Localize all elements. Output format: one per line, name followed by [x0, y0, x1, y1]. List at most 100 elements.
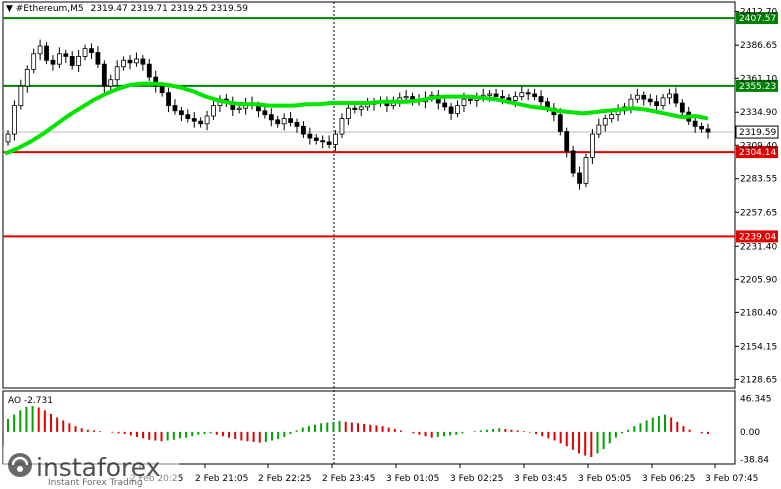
candle-body — [538, 96, 544, 103]
candle-body — [5, 133, 11, 143]
candle-body — [95, 52, 101, 65]
candle-body — [583, 157, 589, 184]
candle-body — [345, 107, 351, 119]
candle-body — [114, 66, 120, 81]
candle-body — [570, 150, 576, 174]
candle-body — [660, 97, 666, 107]
candle-body — [69, 56, 75, 66]
candle-body — [101, 63, 107, 87]
candle-body — [679, 102, 685, 113]
candle-body — [455, 105, 460, 114]
moving-average-line[interactable] — [4, 81, 709, 156]
candle-body — [628, 98, 634, 108]
candle-body — [37, 45, 43, 55]
candle-body — [294, 122, 300, 127]
candle-body — [602, 118, 608, 126]
candle-body — [140, 58, 146, 65]
candle-body — [146, 63, 152, 78]
candle-body — [512, 96, 518, 101]
candle-body — [448, 106, 454, 114]
watermark-tagline: Instant Forex Trading — [48, 478, 143, 488]
x-tick-label: 2 Feb 22:25 — [258, 474, 311, 484]
candle-body — [12, 105, 17, 135]
y-tick-label: 2231.40 — [740, 242, 777, 252]
candle-body — [403, 96, 409, 99]
x-tick-label: 3 Feb 06:25 — [642, 474, 695, 484]
candle-body — [56, 53, 62, 65]
candle-body — [493, 93, 499, 97]
candle-body — [268, 114, 274, 121]
candle-body — [63, 53, 69, 57]
y-tick-label: 2334.90 — [740, 108, 777, 118]
candle-body — [564, 131, 570, 152]
candle-body — [204, 115, 210, 125]
candle-body — [288, 118, 293, 123]
x-tick-label: 2 Feb 23:45 — [322, 474, 375, 484]
y-tick-label: 2361.10 — [740, 74, 777, 84]
y-tick-label: 2128.65 — [740, 375, 777, 385]
candle-body — [159, 85, 165, 94]
x-tick-label: 3 Feb 01:05 — [386, 474, 439, 484]
candle-body — [673, 93, 679, 104]
candle-body — [634, 94, 640, 100]
x-tick-label: 3 Feb 02:25 — [450, 474, 503, 484]
candle-body — [313, 137, 319, 141]
candle-body — [281, 118, 287, 125]
instaforex-logo: instaforex Instant Forex Trading — [3, 446, 179, 489]
candle-body — [50, 59, 56, 65]
candle-body — [705, 128, 711, 133]
candle-body — [18, 85, 24, 107]
y-tick-label: 2309.40 — [740, 141, 777, 151]
candle-body — [487, 93, 493, 96]
candle-body — [320, 140, 326, 143]
candle-body — [301, 125, 306, 135]
candle-body — [134, 58, 139, 64]
candle-body — [641, 94, 647, 100]
candle-body — [339, 118, 345, 135]
ao-tick-label: 46.345 — [740, 395, 772, 405]
candle-body — [692, 120, 698, 127]
candle-body — [352, 107, 358, 110]
candle-body — [647, 98, 653, 103]
candle-body — [89, 48, 94, 53]
ao-title: AO -2.731 — [8, 396, 53, 406]
y-tick-label: 2205.90 — [740, 275, 777, 285]
candle-body — [211, 105, 216, 117]
current-price-label: 2319.59 — [739, 128, 776, 138]
candle-body — [667, 93, 672, 99]
candle-body — [121, 59, 126, 68]
y-tick-label: 2386.65 — [740, 41, 777, 51]
x-tick-label: 3 Feb 03:45 — [514, 474, 567, 484]
candle-body — [590, 133, 595, 158]
candle-body — [307, 133, 313, 139]
y-tick-label: 2283.55 — [740, 175, 777, 185]
x-tick-label: 3 Feb 07:45 — [705, 474, 758, 484]
y-tick-label: 2412.70 — [740, 7, 777, 17]
level-label-support-low: 2239.04 — [739, 232, 776, 242]
price-chart[interactable]: 2407.572355.232304.142239.042319.59 2412… — [0, 0, 781, 489]
candle-body — [410, 96, 415, 100]
candle-body — [577, 172, 582, 184]
candle-body — [172, 105, 178, 112]
y-tick-label: 2257.65 — [740, 208, 777, 218]
candle-body — [358, 106, 364, 110]
candle-body — [699, 125, 704, 130]
candle-body — [236, 107, 242, 110]
candle-body — [24, 68, 30, 87]
candle-body — [525, 92, 531, 95]
candle-body — [654, 101, 660, 107]
candle-body — [198, 120, 204, 125]
y-tick-label: 2180.40 — [740, 308, 777, 318]
candle-body — [127, 59, 133, 64]
candle-body — [609, 114, 615, 119]
candle-body — [108, 79, 114, 87]
candle-body — [166, 92, 171, 107]
main-pane-frame — [2, 1, 736, 389]
candle-body — [500, 96, 505, 99]
candle-body — [461, 98, 467, 107]
candle-body — [178, 110, 184, 116]
x-tick-label: 3 Feb 05:05 — [578, 474, 631, 484]
candle-body — [191, 118, 197, 122]
candle-body — [76, 56, 82, 66]
x-tick-label: 2 Feb 21:05 — [195, 474, 248, 484]
